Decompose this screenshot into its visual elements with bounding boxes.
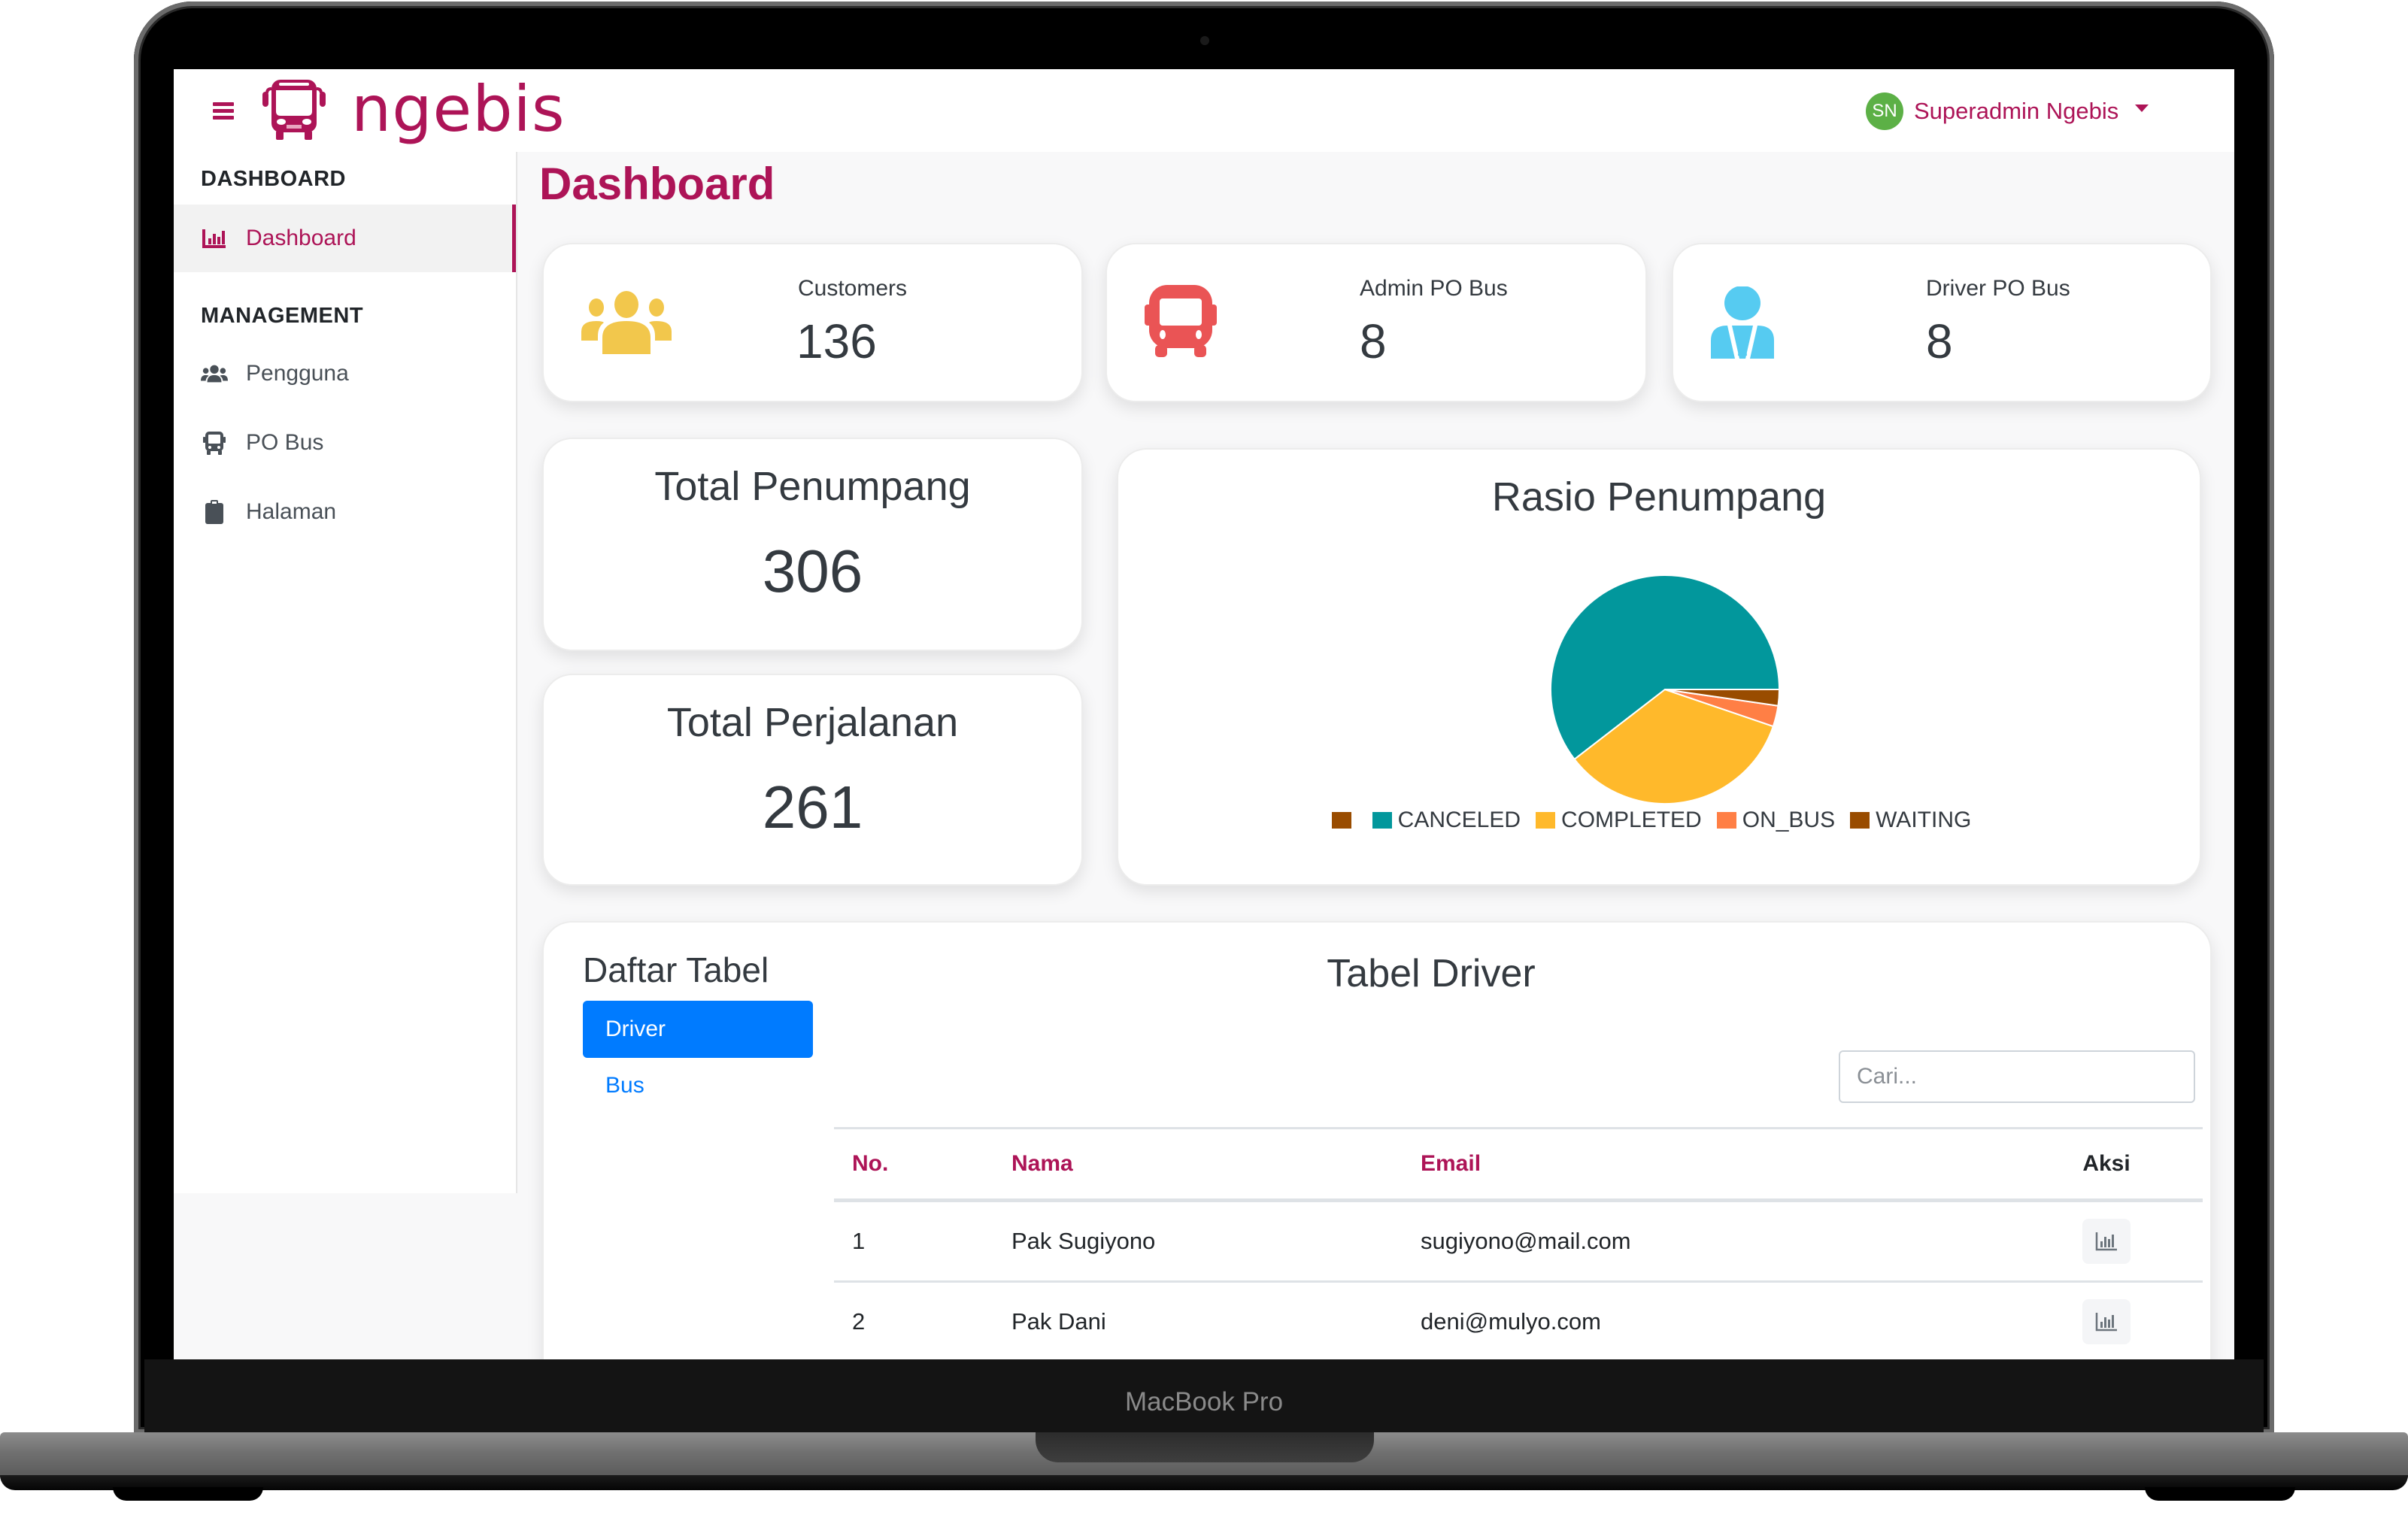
- legend-swatch: [1372, 812, 1392, 829]
- view-stats-button[interactable]: [2082, 1299, 2131, 1344]
- user-name: Superadmin Ngebis: [1914, 98, 2119, 124]
- clipboard-icon: [201, 498, 228, 526]
- stat-card-admin-po-bus: Admin PO Bus 8: [1105, 243, 1647, 402]
- avatar: SN: [1866, 92, 1903, 130]
- top-navbar: ngebis SN Superadmin Ngebis: [174, 69, 2234, 152]
- camera-dot: [1200, 36, 1209, 45]
- stat-value: 8: [1360, 314, 1387, 368]
- bus-icon: [201, 429, 228, 456]
- legend-item-blank[interactable]: [1331, 812, 1357, 829]
- table-section-card: Daftar Tabel Driver Bus Tabel Driver No.…: [542, 921, 2212, 1359]
- legend-label: COMPLETED: [1561, 807, 1702, 832]
- sidebar-item-pengguna[interactable]: Pengguna: [174, 340, 516, 408]
- view-stats-button[interactable]: [2082, 1219, 2131, 1264]
- stat-label: Driver PO Bus: [1926, 276, 2070, 301]
- legend-item-waiting[interactable]: WAITING: [1850, 807, 1971, 833]
- search-input[interactable]: [1839, 1050, 2195, 1103]
- legend-swatch: [1716, 812, 1736, 829]
- total-penumpang-card: Total Penumpang 306: [542, 438, 1083, 651]
- column-header-email[interactable]: Email: [1403, 1127, 2010, 1202]
- user-menu-dropdown[interactable]: SN Superadmin Ngebis: [1866, 90, 2149, 132]
- total-title: Total Penumpang: [654, 464, 971, 509]
- column-header-nama[interactable]: Nama: [993, 1127, 1403, 1202]
- cell-email: sugiyono@mail.com: [1403, 1200, 2010, 1283]
- sidebar-item-po-bus[interactable]: PO Bus: [174, 409, 516, 477]
- legend-label: WAITING: [1876, 807, 1972, 832]
- chart-bar-icon: [2095, 1313, 2117, 1332]
- sidebar-item-label: PO Bus: [246, 430, 324, 455]
- legend-swatch: [1331, 812, 1351, 829]
- tab-driver[interactable]: Driver: [583, 1001, 813, 1058]
- menu-toggle-icon[interactable]: [213, 102, 234, 120]
- column-header-aksi: Aksi: [2010, 1127, 2203, 1202]
- laptop-notch: [1036, 1432, 1374, 1462]
- cell-aksi: [2010, 1281, 2203, 1359]
- sidebar-heading-management: MANAGEMENT: [201, 304, 364, 328]
- sidebar: DASHBOARD Dashboard MANAGEMENT Pengguna …: [174, 152, 517, 1193]
- page-title: Dashboard: [539, 159, 775, 209]
- pie-chart: [1550, 574, 1781, 804]
- legend-swatch: [1536, 812, 1556, 829]
- cell-nama: Pak Sugiyono: [993, 1200, 1403, 1283]
- table-row: 2 Pak Dani deni@mulyo.com: [834, 1281, 2203, 1359]
- legend-label: ON_BUS: [1742, 807, 1836, 832]
- chart-bar-icon: [2095, 1232, 2117, 1251]
- sidebar-item-label: Dashboard: [246, 226, 356, 250]
- bus-icon: [1145, 285, 1217, 357]
- driver-table: No. Nama Email Aksi 1 Pak Sugiyono sugiy…: [834, 1127, 2203, 1359]
- column-header-no[interactable]: No.: [834, 1127, 993, 1202]
- chart-bar-icon: [201, 225, 228, 252]
- cell-nama: Pak Dani: [993, 1281, 1403, 1359]
- stat-value: 136: [796, 314, 877, 368]
- legend-item-completed[interactable]: COMPLETED: [1536, 807, 1702, 833]
- laptop-base-lip: [0, 1475, 2408, 1490]
- cell-no: 1: [834, 1200, 993, 1283]
- stat-card-customers: Customers 136: [542, 243, 1083, 402]
- total-value: 306: [762, 538, 863, 604]
- tab-bus[interactable]: Bus: [605, 1073, 644, 1098]
- stat-label: Admin PO Bus: [1360, 276, 1508, 301]
- legend-item-canceled[interactable]: CANCELED: [1372, 807, 1521, 833]
- total-title: Total Perjalanan: [666, 700, 959, 745]
- cell-no: 2: [834, 1281, 993, 1359]
- sidebar-heading-dashboard: DASHBOARD: [201, 167, 346, 191]
- table-list-title: Daftar Tabel: [583, 950, 769, 989]
- users-icon: [581, 291, 672, 354]
- stat-value: 8: [1926, 314, 1953, 368]
- legend-swatch: [1850, 812, 1870, 829]
- laptop-foot-right: [2145, 1487, 2295, 1501]
- cell-email: deni@mulyo.com: [1403, 1281, 2010, 1359]
- sidebar-item-halaman[interactable]: Halaman: [174, 478, 516, 546]
- legend-label: CANCELED: [1397, 807, 1521, 832]
- table-row: 1 Pak Sugiyono sugiyono@mail.com: [834, 1200, 2203, 1283]
- sidebar-item-dashboard[interactable]: Dashboard: [174, 205, 516, 272]
- total-value: 261: [762, 774, 863, 841]
- brand-name: ngebis: [351, 72, 566, 146]
- sidebar-item-label: Pengguna: [246, 361, 349, 386]
- chart-legend: CANCELED COMPLETED ON_BUS WAITING: [1118, 807, 2200, 833]
- chart-title: Rasio Penumpang: [1491, 474, 1827, 520]
- legend-item-on-bus[interactable]: ON_BUS: [1716, 807, 1836, 833]
- app-screen: ngebis SN Superadmin Ngebis DASHBOARD Da…: [174, 69, 2234, 1359]
- user-tie-icon: [1711, 286, 1774, 359]
- tab-label: Driver: [605, 1017, 666, 1041]
- stat-card-driver-po-bus: Driver PO Bus 8: [1672, 243, 2212, 402]
- total-perjalanan-card: Total Perjalanan 261: [542, 674, 1083, 886]
- chevron-down-icon: [2135, 105, 2149, 112]
- device-label: MacBook Pro: [1124, 1387, 1284, 1417]
- table-title: Tabel Driver: [1327, 952, 1536, 995]
- bus-logo-icon: [262, 80, 326, 140]
- table-header-row: No. Nama Email Aksi: [834, 1127, 2203, 1202]
- stat-label: Customers: [798, 276, 908, 301]
- laptop-foot-left: [113, 1487, 263, 1501]
- sidebar-item-label: Halaman: [246, 499, 337, 524]
- cell-aksi: [2010, 1200, 2203, 1283]
- rasio-penumpang-chart-card: Rasio Penumpang CANCELED COMPLETED ON_BUS W…: [1117, 448, 2201, 886]
- users-icon: [201, 360, 228, 387]
